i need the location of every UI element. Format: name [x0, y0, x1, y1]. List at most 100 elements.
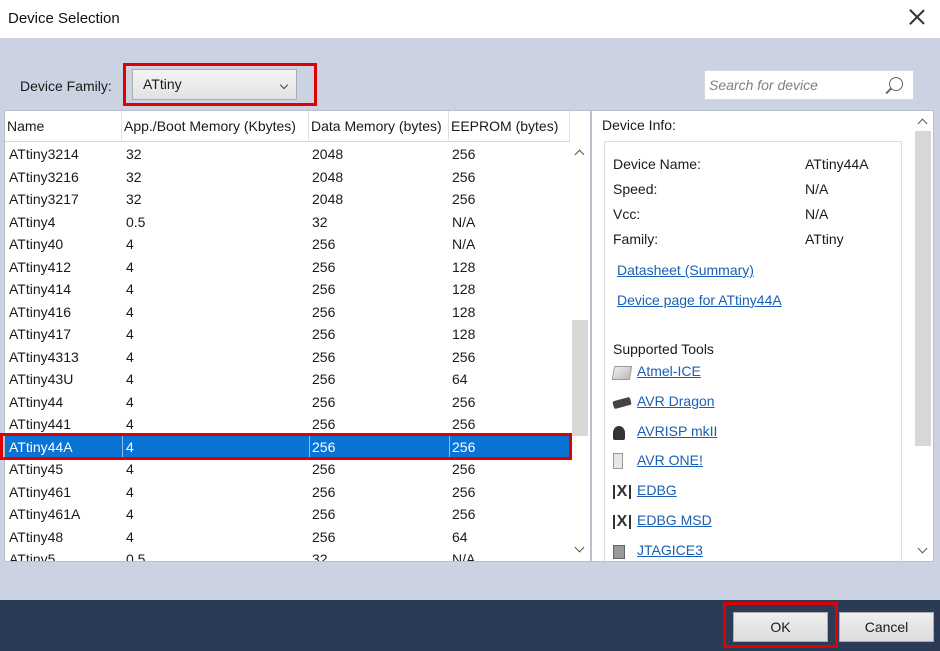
table-row[interactable]: ATtiny44 4 256 256 [5, 391, 570, 414]
cell-app-memory: 4 [126, 438, 134, 455]
cell-app-memory: 4 [126, 348, 134, 365]
cell-data-memory: 256 [312, 506, 336, 522]
cell-name: ATtiny5 [9, 551, 56, 562]
table-row[interactable]: ATtiny5 0.5 32 N/A [5, 548, 570, 562]
avr-dragon-icon [612, 396, 632, 410]
tool-edbg-msd-link[interactable]: EDBG MSD [637, 512, 712, 528]
cell-name: ATtiny45 [9, 461, 64, 477]
cell-eeprom: 128 [452, 303, 476, 320]
cell-app-memory: 4 [126, 303, 134, 320]
tool-jtagice3-link[interactable]: JTAGICE3 [637, 542, 703, 558]
close-icon[interactable] [908, 8, 926, 26]
table-row[interactable]: ATtiny45 4 256 256 [5, 458, 570, 481]
tool-edbg-link[interactable]: EDBG [637, 482, 677, 498]
device-info-panel: Device Info: Device Name: ATtiny44A Spee… [591, 110, 934, 562]
search-box[interactable] [704, 70, 914, 100]
info-scrollbar[interactable] [913, 111, 933, 561]
cell-name: ATtiny48 [9, 528, 64, 545]
table-scrollbar[interactable] [570, 142, 590, 561]
tool-avr-dragon-link[interactable]: AVR Dragon [637, 393, 715, 409]
atmel-ice-icon [611, 366, 633, 380]
table-row[interactable]: ATtiny3214 32 2048 256 [5, 143, 570, 166]
cell-eeprom: 256 [452, 168, 476, 185]
cell-data-memory: 256 [312, 461, 336, 477]
cell-name: ATtiny4313 [9, 348, 79, 365]
table-row[interactable]: ATtiny3217 32 2048 256 [5, 188, 570, 211]
cell-eeprom: 256 [452, 191, 476, 207]
cell-app-memory: 4 [126, 506, 134, 522]
table-row[interactable]: ATtiny412 4 256 128 [5, 256, 570, 279]
table-row[interactable]: ATtiny4313 4 256 256 [5, 346, 570, 369]
table-row[interactable]: ATtiny417 4 256 128 [5, 323, 570, 346]
speed-value: N/A [805, 181, 829, 197]
cell-name: ATtiny3217 [9, 191, 79, 207]
cell-app-memory: 0.5 [126, 551, 146, 562]
table-row[interactable]: ATtiny4 0.5 32 N/A [5, 211, 570, 234]
device-family-value: ATtiny [143, 76, 182, 92]
scroll-thumb[interactable] [915, 131, 931, 446]
cell-name: ATtiny40 [9, 236, 64, 252]
cell-eeprom: N/A [452, 236, 476, 252]
scroll-down-icon[interactable] [917, 543, 928, 554]
table-row[interactable]: ATtiny43U 4 256 64 [5, 368, 570, 391]
avrisp-icon [613, 426, 625, 440]
table-row[interactable]: ATtiny416 4 256 128 [5, 301, 570, 324]
cell-name: ATtiny4 [9, 213, 56, 230]
cell-data-memory: 2048 [312, 146, 344, 162]
cell-data-memory: 256 [312, 281, 336, 297]
cell-eeprom: 128 [452, 326, 476, 342]
device-family-select[interactable]: ATtiny [132, 69, 297, 100]
scroll-up-icon[interactable] [917, 118, 928, 129]
cell-data-memory: 256 [312, 528, 336, 545]
tool-avrisp-link[interactable]: AVRISP mkII [637, 423, 717, 439]
table-row[interactable]: ATtiny40 4 256 N/A [5, 233, 570, 256]
cell-eeprom: 64 [452, 371, 468, 387]
datasheet-link[interactable]: Datasheet (Summary) [617, 262, 754, 278]
scroll-thumb[interactable] [572, 320, 588, 436]
cell-app-memory: 32 [126, 146, 142, 162]
cell-name: ATtiny461 [9, 483, 71, 500]
vcc-label: Vcc: [613, 206, 641, 222]
cell-data-memory: 32 [312, 213, 328, 230]
search-icon[interactable] [889, 77, 903, 91]
column-header-app-memory[interactable]: App./Boot Memory (Kbytes) [122, 111, 309, 142]
tool-avr-one-link[interactable]: AVR ONE! [637, 452, 703, 468]
cancel-button[interactable]: Cancel [839, 612, 934, 642]
column-header-eeprom[interactable]: EEPROM (bytes) [449, 111, 570, 142]
cell-eeprom: 128 [452, 281, 476, 297]
tool-atmel-ice-link[interactable]: Atmel-ICE [637, 363, 701, 379]
table-row[interactable]: ATtiny3216 32 2048 256 [5, 166, 570, 189]
table-row-selected[interactable]: ATtiny44A 4 256 256 [5, 435, 570, 458]
search-input[interactable] [705, 71, 875, 99]
cell-name: ATtiny412 [9, 258, 71, 275]
cell-app-memory: 32 [126, 168, 142, 185]
scroll-down-icon[interactable] [574, 542, 585, 553]
column-header-name[interactable]: Name [5, 111, 122, 142]
cell-data-memory: 256 [312, 393, 336, 410]
table-row[interactable]: ATtiny48 4 256 64 [5, 526, 570, 549]
avr-one-icon [613, 453, 623, 469]
cell-data-memory: 256 [312, 348, 336, 365]
title-bar: Device Selection [0, 0, 940, 38]
cell-data-memory: 256 [312, 236, 336, 252]
column-header-data-memory[interactable]: Data Memory (bytes) [309, 111, 449, 142]
table-row[interactable]: ATtiny441 4 256 256 [5, 413, 570, 436]
cell-eeprom: 256 [452, 348, 476, 365]
cell-eeprom: 256 [452, 483, 476, 500]
scroll-up-icon[interactable] [574, 149, 585, 160]
cell-app-memory: 4 [126, 326, 134, 342]
cell-app-memory: 4 [126, 483, 134, 500]
cell-app-memory: 4 [126, 281, 134, 297]
cell-name: ATtiny3214 [9, 146, 79, 162]
table-body: ATtiny3214 32 2048 256 ATtiny3216 32 2048 256 AT… [5, 143, 570, 562]
cell-name: ATtiny44A [9, 438, 73, 455]
device-table: Name App./Boot Memory (Kbytes) Data Memo… [4, 110, 591, 562]
table-row[interactable]: ATtiny461A 4 256 256 [5, 503, 570, 526]
table-row[interactable]: ATtiny461 4 256 256 [5, 481, 570, 504]
table-row[interactable]: ATtiny414 4 256 128 [5, 278, 570, 301]
cell-eeprom: 256 [452, 506, 476, 522]
vcc-value: N/A [805, 206, 829, 222]
device-page-link[interactable]: Device page for ATtiny44A [617, 292, 782, 308]
cell-data-memory: 2048 [312, 191, 344, 207]
ok-button[interactable]: OK [733, 612, 828, 642]
